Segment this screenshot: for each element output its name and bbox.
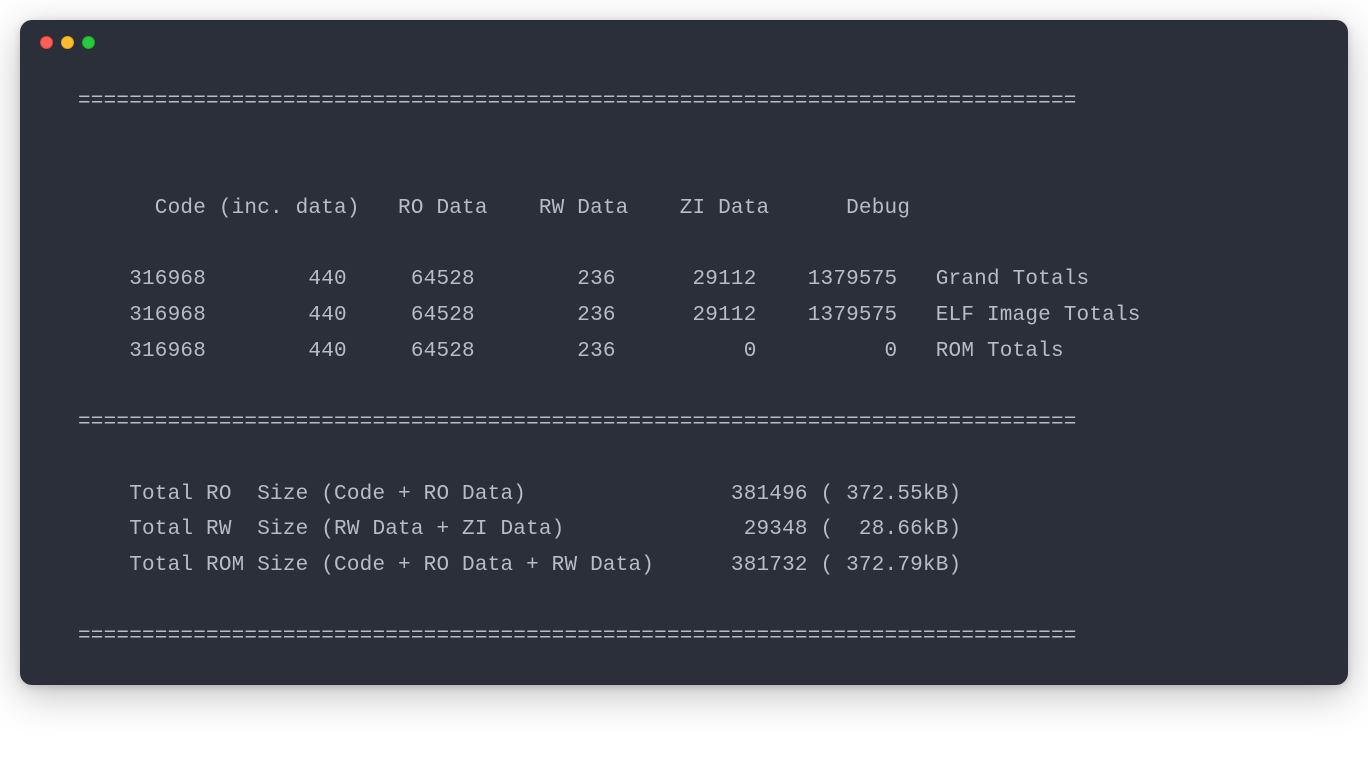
terminal-window: ========================================… (20, 20, 1348, 685)
terminal-output: ========================================… (20, 64, 1348, 665)
maximize-icon[interactable] (82, 36, 95, 49)
close-icon[interactable] (40, 36, 53, 49)
window-titlebar (20, 20, 1348, 64)
minimize-icon[interactable] (61, 36, 74, 49)
